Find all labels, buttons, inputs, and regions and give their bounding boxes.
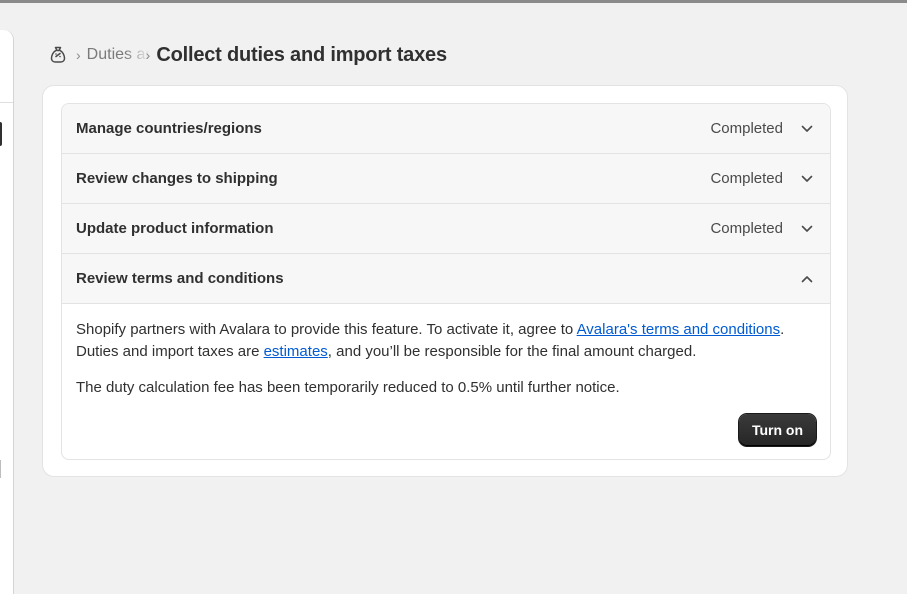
accordion-item-title: Manage countries/regions — [76, 120, 262, 137]
page-title: Collect duties and import taxes — [156, 43, 447, 66]
accordion-item-review-shipping[interactable]: Review changes to shipping Completed — [62, 154, 830, 204]
status-completed: Completed — [710, 220, 783, 237]
sidebar-edge — [0, 30, 14, 594]
chevron-up-icon[interactable] — [800, 272, 814, 286]
chevron-down-icon[interactable] — [800, 172, 814, 186]
setup-accordion: Manage countries/regions Completed Revie… — [61, 103, 831, 460]
terms-panel: Shopify partners with Avalara to provide… — [62, 304, 830, 446]
terms-description: Shopify partners with Avalara to provide… — [76, 319, 816, 363]
money-bag-icon[interactable] — [49, 46, 67, 64]
top-border — [0, 0, 907, 3]
setup-card: Manage countries/regions Completed Revie… — [42, 85, 848, 477]
turn-on-button[interactable]: Turn on — [739, 414, 816, 446]
sidebar-divider — [0, 102, 13, 103]
accordion-item-review-terms[interactable]: Review terms and conditions — [62, 254, 830, 304]
estimates-link[interactable]: estimates — [264, 343, 328, 360]
chevron-down-icon[interactable] — [800, 122, 814, 136]
status-completed: Completed — [710, 120, 783, 137]
accordion-item-title: Update product information — [76, 220, 274, 237]
status-completed: Completed — [710, 170, 783, 187]
action-row: Turn on — [76, 414, 816, 446]
sidebar-divider-mark — [0, 460, 1, 478]
chevron-down-icon[interactable] — [800, 222, 814, 236]
breadcrumb-separator: › — [76, 47, 81, 63]
accordion-item-title: Review changes to shipping — [76, 170, 278, 187]
avalara-terms-link[interactable]: Avalara's terms and conditions — [577, 321, 781, 338]
terms-text: , and you’ll be responsible for the fina… — [327, 343, 697, 360]
accordion-item-manage-countries[interactable]: Manage countries/regions Completed — [62, 104, 830, 154]
terms-text: Shopify partners with Avalara to provide… — [76, 321, 577, 338]
accordion-item-update-product[interactable]: Update product information Completed — [62, 204, 830, 254]
accordion-item-title: Review terms and conditions — [76, 270, 284, 287]
sidebar-active-indicator — [0, 122, 2, 146]
fee-notice: The duty calculation fee has been tempor… — [76, 379, 620, 396]
breadcrumb: › Duties and import taxes › Collect duti… — [49, 40, 447, 70]
breadcrumb-parent-link[interactable]: Duties and import taxes — [87, 46, 150, 64]
